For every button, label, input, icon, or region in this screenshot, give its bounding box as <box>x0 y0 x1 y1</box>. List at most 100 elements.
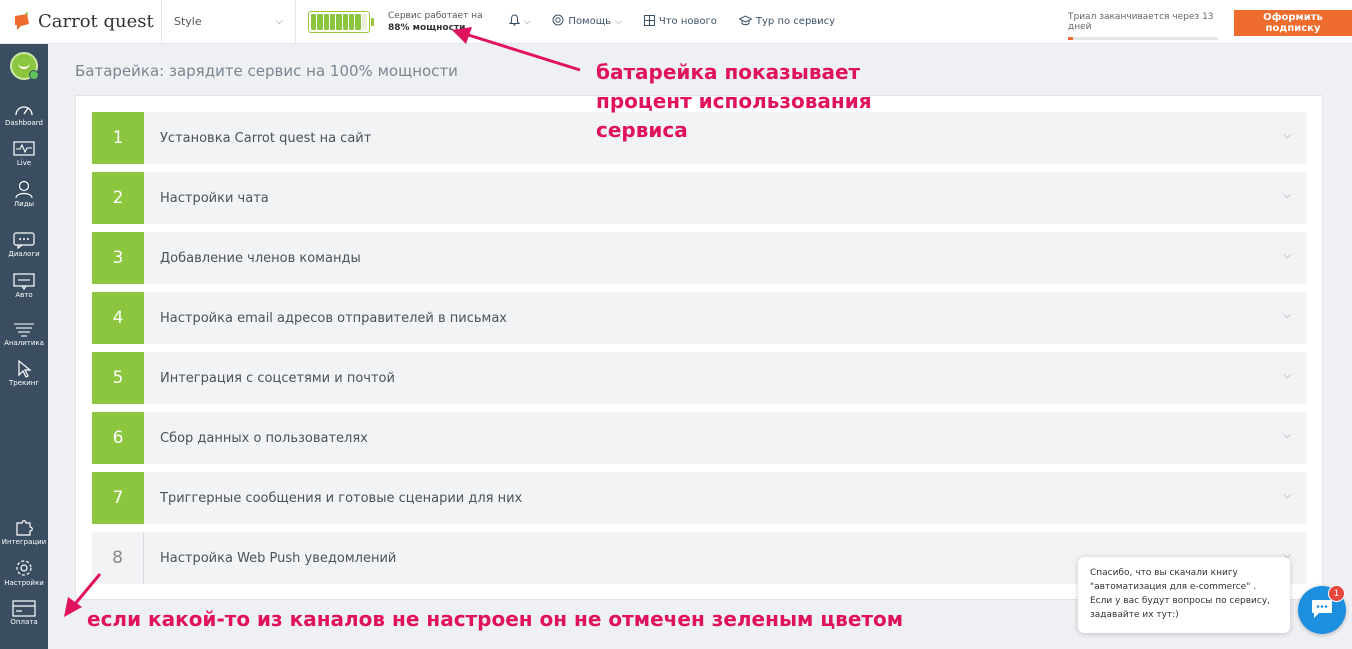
step-title: Настройка email адресов отправителей в п… <box>160 310 507 326</box>
battery-cell <box>311 13 317 30</box>
setup-step[interactable]: 6 Сбор данных о пользователях ⌵ <box>92 412 1307 464</box>
whats-new-label: Что нового <box>658 16 717 27</box>
graduation-cap-icon <box>738 14 753 29</box>
setup-step[interactable]: 7 Триггерные сообщения и готовые сценари… <box>92 472 1307 524</box>
credit-card-icon <box>0 600 48 617</box>
chevron-down-icon: ⌵ <box>275 16 283 27</box>
dashboard-icon <box>0 100 48 118</box>
cursor-icon <box>0 359 48 378</box>
chevron-down-icon: ⌵ <box>523 16 531 27</box>
step-number: 5 <box>92 352 144 404</box>
grid-icon <box>643 14 655 29</box>
battery-cell <box>361 13 367 30</box>
help-menu-label: Помощь <box>568 16 612 27</box>
step-number: 4 <box>92 292 144 344</box>
top-bar: Carrot quest Style ⌵ Сервис работает на … <box>0 0 1352 44</box>
sidebar-item-auto[interactable]: Авто <box>0 273 48 299</box>
chat-icon <box>1310 598 1334 623</box>
chevron-down-icon: ⌵ <box>1283 430 1291 441</box>
sidebar-item-settings[interactable]: Настройки <box>0 558 48 587</box>
service-battery[interactable]: Сервис работает на 88% мощности <box>296 0 483 44</box>
step-number: 3 <box>92 232 144 284</box>
gear-icon <box>0 558 48 578</box>
auto-message-icon <box>0 273 48 290</box>
setup-step[interactable]: 2 Настройки чата ⌵ <box>92 172 1307 224</box>
sidebar-item-label: Аналитика <box>4 339 44 347</box>
sidebar-item-label: Диалоги <box>8 250 40 258</box>
battery-annotation: батарейка показывает процент использован… <box>596 60 872 142</box>
sidebar: Dashboard Live Лиды Диалоги Авто Аналити… <box>0 44 48 649</box>
unread-badge: 1 <box>1328 585 1345 602</box>
step-title: Настройка Web Push уведомлений <box>160 550 397 566</box>
service-tour-label: Тур по сервису <box>755 16 836 27</box>
bell-icon <box>508 14 520 29</box>
carrot-logo-icon <box>12 11 32 32</box>
pulse-monitor-icon <box>0 141 48 158</box>
dialogs-icon <box>0 232 48 249</box>
step-number: 7 <box>92 472 144 524</box>
step-number: 1 <box>92 112 144 164</box>
sidebar-item-dashboard[interactable]: Dashboard <box>0 100 48 127</box>
sidebar-item-billing[interactable]: Оплата <box>0 600 48 626</box>
whats-new-link[interactable]: Что нового <box>643 0 717 44</box>
chevron-down-icon: ⌵ <box>1283 130 1291 141</box>
step-title: Добавление членов команды <box>160 250 361 266</box>
sidebar-item-label: Live <box>16 159 32 167</box>
chevron-down-icon: ⌵ <box>1283 190 1291 201</box>
step-title: Интеграция с соцсетями и почтой <box>160 370 395 386</box>
setup-step[interactable]: 5 Интеграция с соцсетями и почтой ⌵ <box>92 352 1307 404</box>
sidebar-item-tracking[interactable]: Трекинг <box>0 359 48 387</box>
sidebar-item-label: Интеграции <box>1 538 47 546</box>
help-menu[interactable]: Помощь ⌵ <box>552 0 622 44</box>
step-number: 8 <box>92 532 144 584</box>
subscribe-button[interactable]: Оформить подписку <box>1234 10 1352 36</box>
step-title: Триггерные сообщения и готовые сценарии … <box>160 490 523 506</box>
battery-status-line2: 88% мощности <box>388 22 466 33</box>
setup-steps-panel: 1 Установка Carrot quest на сайт ⌵ 2 Нас… <box>75 95 1323 600</box>
channels-annotation: если какой-то из каналов не настроен он … <box>87 607 904 631</box>
chevron-down-icon: ⌵ <box>1283 490 1291 501</box>
avatar[interactable] <box>10 52 39 80</box>
battery-cell <box>336 13 342 30</box>
step-number: 6 <box>92 412 144 464</box>
chevron-down-icon: ⌵ <box>1283 310 1291 321</box>
avatar-smile <box>18 63 30 69</box>
step-title: Настройки чата <box>160 190 269 206</box>
analytics-icon <box>0 321 48 338</box>
trial-progress-bar <box>1068 37 1218 40</box>
setup-step[interactable]: 3 Добавление членов команды ⌵ <box>92 232 1307 284</box>
battery-icon <box>308 10 374 33</box>
sidebar-item-live[interactable]: Live <box>0 141 48 167</box>
sidebar-item-label: Оплата <box>10 618 38 626</box>
chevron-down-icon: ⌵ <box>1283 370 1291 381</box>
sidebar-item-leads[interactable]: Лиды <box>0 180 48 208</box>
battery-cell <box>342 13 348 30</box>
chevron-down-icon: ⌵ <box>615 16 622 27</box>
users-icon <box>0 180 48 199</box>
sidebar-item-dialogs[interactable]: Диалоги <box>0 232 48 258</box>
trial-status: Триал заканчивается через 13 дней <box>1068 12 1218 40</box>
service-tour-link[interactable]: Тур по сервису <box>738 0 836 44</box>
step-title: Установка Carrot quest на сайт <box>160 130 372 146</box>
sidebar-item-label: Dashboard <box>5 119 43 127</box>
sidebar-item-label: Лиды <box>13 200 35 208</box>
battery-cell <box>355 13 361 30</box>
setup-step[interactable]: 4 Настройка email адресов отправителей в… <box>92 292 1307 344</box>
chat-greeting-bubble[interactable]: Спасибо, что вы скачали книгу "автоматиз… <box>1078 557 1290 633</box>
project-selector[interactable]: Style ⌵ <box>162 0 296 44</box>
sidebar-item-integrations[interactable]: Интеграции <box>0 517 48 546</box>
project-name: Style <box>174 15 202 28</box>
step-number: 2 <box>92 172 144 224</box>
battery-cell <box>348 13 355 30</box>
notifications-button[interactable]: ⌵ <box>508 0 531 44</box>
battery-cell <box>329 13 336 30</box>
sidebar-item-analytics[interactable]: Аналитика <box>0 321 48 347</box>
brand-logo[interactable]: Carrot quest <box>0 0 162 44</box>
battery-cell <box>317 13 323 30</box>
sidebar-item-label: Настройки <box>4 579 44 587</box>
battery-status-line1: Сервис работает на <box>388 10 483 21</box>
trial-text: Триал заканчивается через 13 дней <box>1068 12 1214 32</box>
sidebar-item-label: Авто <box>15 291 33 299</box>
page-title: Батарейка: зарядите сервис на 100% мощно… <box>75 62 458 80</box>
battery-cell <box>323 13 329 30</box>
